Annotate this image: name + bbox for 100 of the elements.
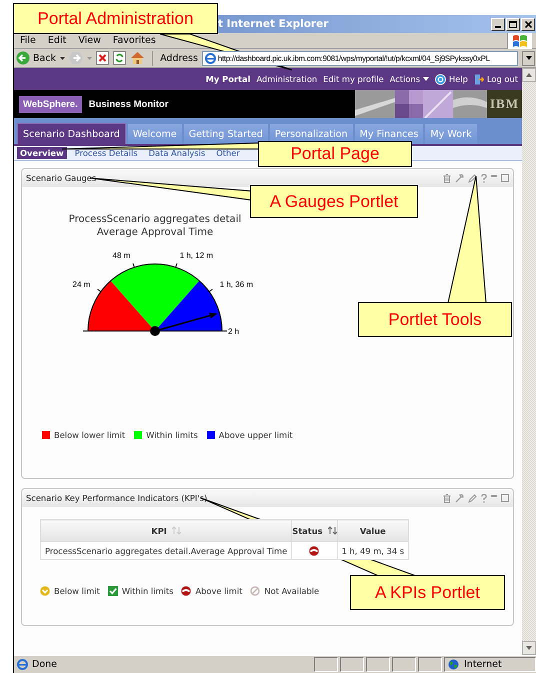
- callout: A KPIs Portlet: [350, 575, 505, 610]
- help-icon: [481, 174, 487, 182]
- edit-button[interactable]: [468, 174, 477, 182]
- up-circle-icon: [309, 546, 320, 556]
- menu-item[interactable]: View: [72, 35, 107, 46]
- configure-button[interactable]: [455, 174, 464, 182]
- column-header[interactable]: KPI: [40, 520, 292, 542]
- tab[interactable]: Scenario Dashboard: [17, 123, 126, 144]
- close-button[interactable]: [521, 18, 535, 30]
- status-pane: [392, 657, 416, 672]
- legend-label: Within limits: [122, 586, 174, 596]
- globe-icon: [448, 659, 459, 670]
- tick-label: 1 h, 12 m: [180, 250, 214, 260]
- help-icon: [435, 74, 446, 84]
- trash-icon: [443, 174, 451, 182]
- prohibited-icon: [250, 586, 260, 596]
- pencil-icon: [468, 494, 477, 502]
- refresh-icon: [113, 51, 126, 65]
- help-button[interactable]: [481, 494, 487, 502]
- tick-label: 1 h, 36 m: [220, 280, 254, 289]
- down-circle-icon: [40, 586, 50, 596]
- column-header[interactable]: Status: [292, 520, 338, 542]
- home-button[interactable]: [130, 51, 146, 65]
- delete-button[interactable]: [443, 174, 451, 182]
- forward-button[interactable]: [69, 51, 84, 65]
- product-badge: WebSphere.: [19, 96, 82, 112]
- trash-icon: [443, 494, 451, 502]
- status-pane: [366, 657, 390, 672]
- legend-label: Below lower limit: [54, 430, 126, 440]
- status-pane: [418, 657, 442, 672]
- column-header[interactable]: Value: [337, 520, 409, 542]
- callout: Portlet Tools: [358, 302, 512, 337]
- home-icon: [130, 51, 146, 65]
- menu-item[interactable]: File: [14, 35, 42, 46]
- callout: Portal Administration: [13, 3, 218, 34]
- caret-icon: [526, 56, 532, 60]
- callout: Portal Page: [258, 141, 412, 167]
- legend-label: Within limits: [146, 430, 198, 440]
- scroll-down-button[interactable]: [522, 641, 536, 655]
- check-icon: [108, 586, 118, 596]
- caret-icon: [423, 77, 430, 81]
- address-label: Address: [160, 52, 198, 64]
- sort-icon: [172, 526, 181, 535]
- portlet-title: Scenario Gauges: [26, 173, 98, 183]
- logo: IBM: [487, 90, 522, 118]
- flag-icon: [512, 34, 528, 48]
- portal-link[interactable]: My Portal: [206, 74, 250, 84]
- configure-button[interactable]: [455, 494, 464, 502]
- legend-label: Above upper limit: [218, 430, 293, 440]
- minimize-icon: [491, 494, 497, 496]
- maximize-icon: [501, 174, 509, 182]
- menu-item[interactable]: Edit: [42, 35, 72, 46]
- delete-button[interactable]: [443, 494, 451, 502]
- back-button[interactable]: Back: [16, 51, 56, 65]
- help-icon: [481, 494, 487, 502]
- wrench-icon: [455, 174, 464, 182]
- subtab[interactable]: Data Analysis: [146, 147, 208, 159]
- tick-label: 48 m: [112, 250, 130, 260]
- maximize-icon: [509, 20, 517, 28]
- portal-link[interactable]: Administration: [256, 74, 318, 84]
- tick-label: 2 h: [228, 327, 240, 336]
- door-icon: [474, 74, 484, 84]
- scrollbar[interactable]: [522, 68, 536, 655]
- chart-title: ProcessScenario aggregates detail Average Approval Time: [68, 213, 242, 239]
- menu-item[interactable]: Favorites: [106, 35, 162, 46]
- table-cell: ProcessScenario aggregates detail.Average Approval Time: [40, 542, 292, 560]
- dropdown-button[interactable]: [522, 50, 535, 66]
- product-name: Business Monitor: [88, 98, 170, 110]
- portal-link[interactable]: Log out: [486, 74, 518, 84]
- portlet-title: Scenario Key Performance Indicators (KPI's): [26, 493, 208, 503]
- portal-link[interactable]: Help: [449, 74, 468, 84]
- stop-button[interactable]: [96, 51, 110, 65]
- status-text: Done: [32, 659, 57, 670]
- tick-label: 24 m: [72, 280, 90, 289]
- legend-label: Not Available: [264, 586, 320, 596]
- portal-link[interactable]: Actions: [390, 74, 420, 84]
- sort-icon: [328, 526, 337, 535]
- pencil-icon: [468, 174, 477, 182]
- refresh-button[interactable]: [113, 51, 126, 65]
- status-pane: [314, 657, 338, 672]
- window-title: t Internet Explorer: [218, 18, 330, 30]
- close-icon: [524, 20, 532, 28]
- up-arrow-icon: [526, 73, 532, 77]
- scroll-up-button[interactable]: [522, 68, 536, 82]
- up-circle-icon: [181, 586, 192, 596]
- caret-icon: [60, 56, 66, 60]
- legend-label: Above limit: [195, 586, 242, 596]
- down-arrow-icon: [526, 646, 532, 650]
- minimize-icon: [491, 174, 497, 176]
- subtab[interactable]: Other: [213, 147, 243, 159]
- zone-label: Internet: [464, 659, 502, 670]
- portal-link[interactable]: Edit my profile: [323, 74, 384, 84]
- callout: A Gauges Portlet: [250, 185, 418, 218]
- help-button[interactable]: [481, 174, 487, 182]
- stop-icon: [96, 51, 110, 65]
- maximize-icon: [501, 494, 509, 502]
- legend-label: Below limit: [54, 586, 100, 596]
- subtab[interactable]: Process Details: [72, 147, 141, 159]
- subtab[interactable]: Overview: [17, 147, 67, 159]
- minimize-button[interactable]: [491, 18, 505, 30]
